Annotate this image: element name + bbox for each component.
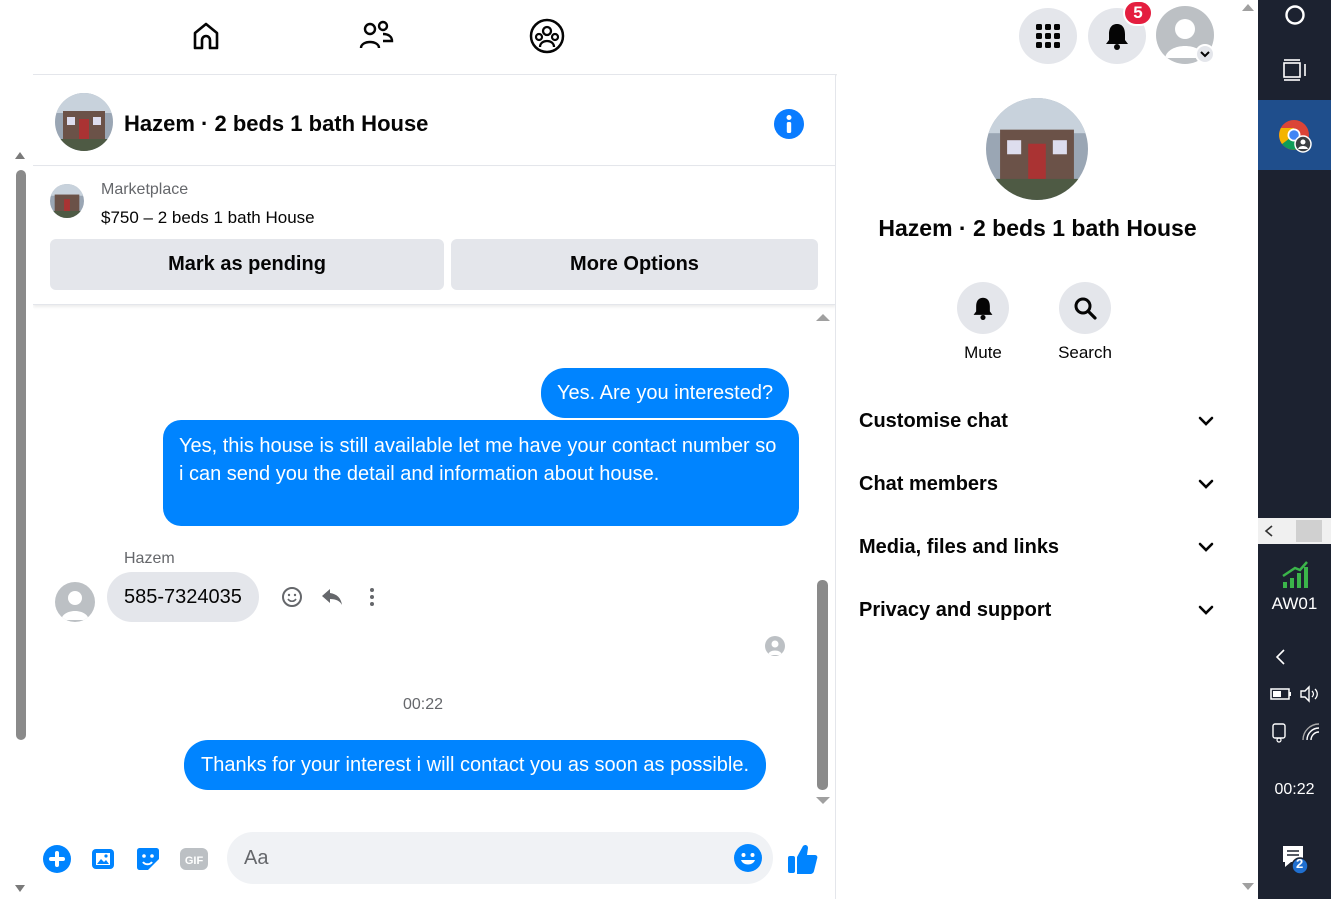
friends-icon[interactable] (354, 14, 398, 58)
home-icon[interactable] (184, 14, 228, 58)
sticker-icon[interactable] (133, 844, 163, 874)
emoji-icon[interactable] (733, 843, 763, 873)
section-customise-chat[interactable]: Customise chat (859, 396, 1214, 446)
search-icon (1074, 297, 1097, 320)
chat-title: Hazem · 2 beds 1 bath House (124, 111, 429, 136)
section-label: Privacy and support (859, 598, 1052, 621)
taskbar-clock[interactable]: 00:22 (1258, 781, 1331, 799)
scroll-up-icon[interactable] (14, 150, 26, 160)
message-bubble-outgoing[interactable]: Thanks for your interest i will contact … (184, 740, 767, 790)
action-center-count: 2 (1296, 856, 1304, 871)
mute-button[interactable]: Mute (938, 282, 1028, 363)
search-label: Search (1058, 343, 1112, 362)
scroll-down-icon[interactable] (1241, 882, 1255, 892)
sender-avatar[interactable] (55, 582, 95, 622)
signal-app-icon[interactable] (1258, 558, 1331, 595)
message-bubble-outgoing[interactable]: Yes, this house is still available let m… (163, 420, 799, 526)
seen-avatar (765, 636, 785, 656)
svg-text:GIF: GIF (185, 855, 204, 867)
bell-icon (973, 297, 993, 320)
message-timestamp: 00:22 (402, 696, 444, 713)
window-scrollbar[interactable] (1238, 0, 1258, 899)
scroll-down-icon[interactable] (815, 796, 831, 806)
meet-wifi-tray[interactable] (1258, 720, 1331, 749)
chrome-icon[interactable] (1258, 118, 1331, 159)
details-photo[interactable] (986, 98, 1088, 200)
menu-grid-button[interactable] (1019, 8, 1077, 64)
top-navigation-bar: 5 (0, 0, 1238, 74)
more-vertical-icon[interactable] (359, 584, 385, 610)
section-label: Media, files and links (859, 535, 1060, 558)
marketplace-card: Marketplace $750 – 2 beds 1 bath House M… (33, 167, 835, 305)
message-scrollbar[interactable] (813, 306, 835, 824)
chevron-down-icon (1198, 416, 1214, 426)
section-label: Customise chat (859, 409, 1008, 432)
system-taskbar: AW01 00:22 2 (1258, 0, 1331, 899)
chevron-down-icon (1198, 605, 1214, 615)
scroll-down-icon[interactable] (14, 884, 26, 894)
section-chat-members[interactable]: Chat members (859, 459, 1214, 509)
page-scroll-thumb[interactable] (16, 170, 26, 740)
tray-scroll-strip[interactable] (1258, 518, 1331, 544)
marketplace-item-title[interactable]: $750 – 2 beds 1 bath House (101, 208, 315, 228)
mute-label: Mute (964, 343, 1002, 362)
section-privacy-support[interactable]: Privacy and support (859, 585, 1214, 635)
chat-details-panel: Hazem · 2 beds 1 bath House Mute Search … (837, 74, 1238, 899)
notification-badge: 5 (1123, 0, 1153, 26)
chevron-down-icon (1198, 542, 1214, 552)
battery-volume-tray[interactable] (1258, 684, 1331, 709)
chat-header: Hazem · 2 beds 1 bath House (33, 74, 835, 166)
react-emoji-icon[interactable] (279, 584, 305, 610)
chevron-down-icon[interactable] (1195, 44, 1215, 64)
app-window: 5 Hazem · 2 beds 1 bath House Marketplac… (0, 0, 1331, 899)
message-bubble-incoming[interactable]: 585-7324035 (107, 572, 259, 622)
cortana-icon[interactable] (1258, 4, 1331, 32)
message-bubble-outgoing[interactable]: Yes. Are you interested? (541, 368, 790, 418)
grid-icon (1036, 24, 1060, 48)
like-icon[interactable] (785, 841, 821, 877)
show-hidden-icons-icon[interactable] (1258, 648, 1331, 671)
reply-icon[interactable] (319, 584, 345, 610)
more-options-button[interactable]: More Options (451, 239, 818, 290)
message-list[interactable]: Yes. Are you interested? Yes, this house… (33, 306, 835, 824)
action-center-icon[interactable]: 2 (1258, 842, 1331, 881)
chevron-down-icon (1198, 479, 1214, 489)
plus-icon[interactable] (42, 844, 72, 874)
listing-photo[interactable] (55, 93, 113, 151)
section-label: Chat members (859, 472, 998, 495)
bell-icon (1106, 24, 1128, 50)
search-button[interactable]: Search (1040, 282, 1130, 363)
marketplace-item-photo[interactable] (50, 184, 84, 218)
section-media-files-links[interactable]: Media, files and links (859, 522, 1214, 572)
details-title: Hazem · 2 beds 1 bath House (878, 215, 1197, 241)
message-scroll-thumb[interactable] (817, 580, 828, 790)
gif-icon[interactable]: GIF (179, 844, 209, 874)
groups-icon[interactable] (525, 14, 569, 58)
photo-icon[interactable] (89, 844, 119, 874)
scroll-up-icon[interactable] (1241, 2, 1255, 12)
chat-panel: Hazem · 2 beds 1 bath House Marketplace … (33, 74, 836, 899)
scroll-up-icon[interactable] (815, 312, 831, 322)
app-label[interactable]: AW01 (1258, 594, 1331, 614)
chevron-left-icon[interactable] (1264, 525, 1274, 537)
task-view-icon[interactable] (1258, 58, 1331, 87)
message-input[interactable] (227, 832, 773, 884)
marketplace-label: Marketplace (101, 181, 189, 198)
info-icon[interactable] (774, 109, 804, 139)
sender-name: Hazem (124, 550, 175, 567)
page-scrollbar[interactable] (0, 74, 33, 899)
message-composer: GIF (33, 824, 835, 899)
mark-as-pending-button[interactable]: Mark as pending (50, 239, 444, 290)
